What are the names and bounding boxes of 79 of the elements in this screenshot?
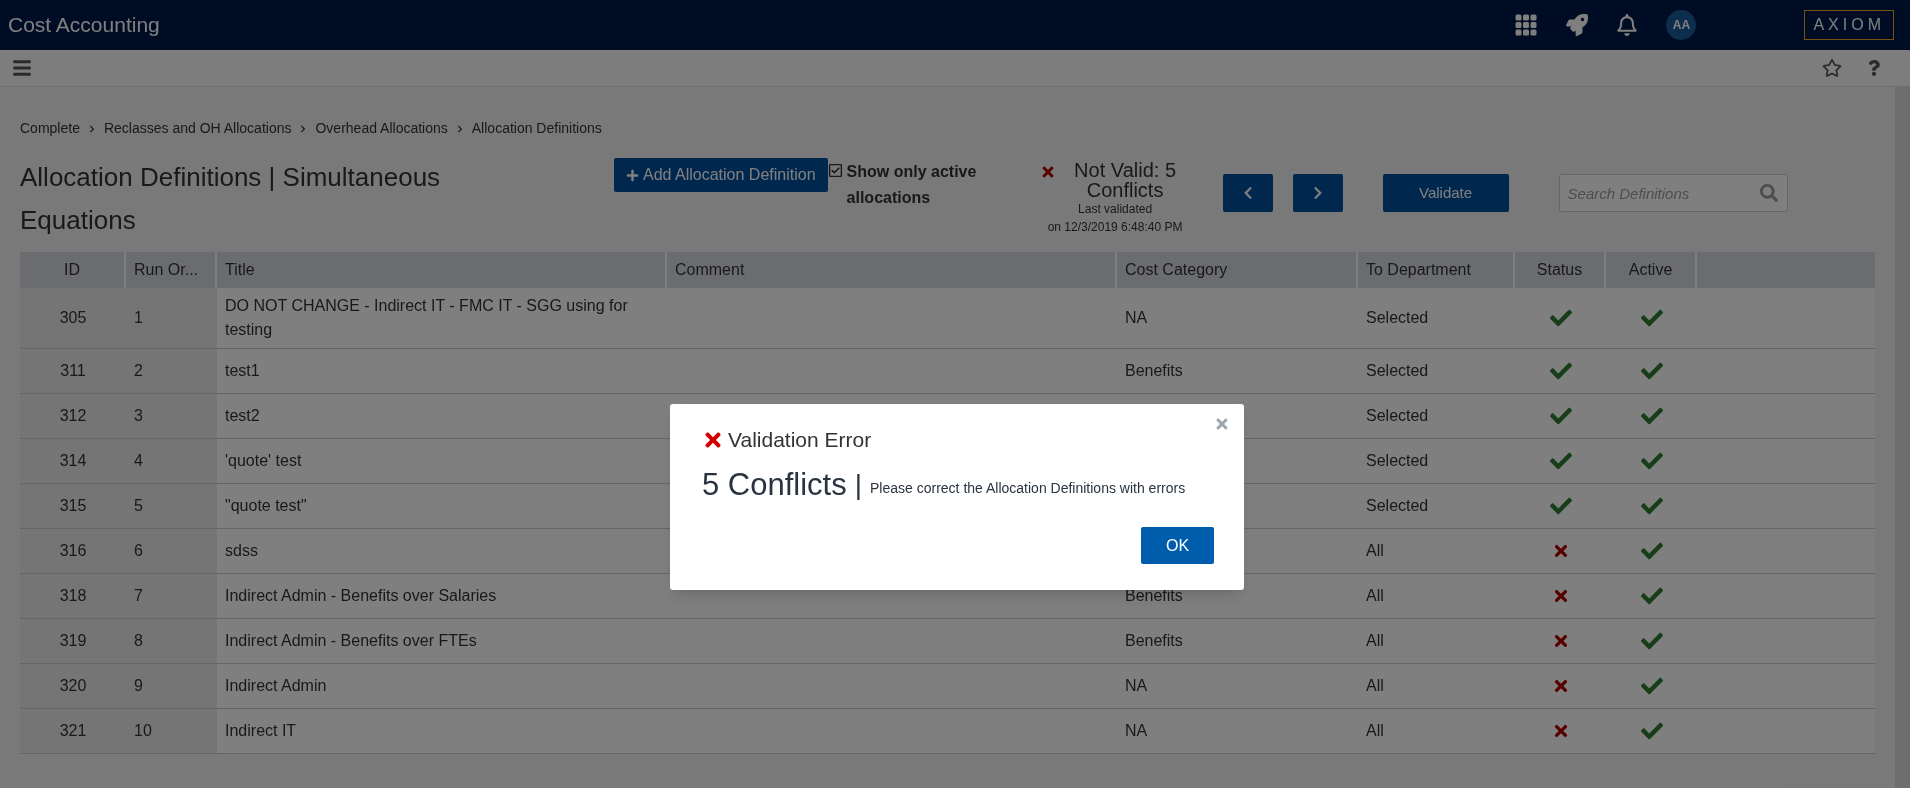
table-cell-text: 305 [59, 308, 87, 328]
table-cell-text: 3 [134, 406, 143, 426]
conflict-count: 5 Conflicts [702, 467, 847, 502]
table-cell-text: All [1366, 586, 1384, 606]
table-cell-text: Selected [1366, 308, 1429, 328]
table-cell-text: 10 [134, 721, 152, 741]
chevron-icon [455, 124, 464, 133]
table-cell-text: Benefits [1125, 361, 1183, 381]
table-cell-text: 316 [59, 541, 87, 561]
table-cell-text: 4 [134, 451, 143, 471]
table-cell-text: All [1366, 676, 1384, 696]
bell-icon[interactable] [1616, 14, 1639, 36]
table-cell-text: 9 [134, 676, 143, 696]
dialog-title: Validation Error [728, 427, 872, 453]
table-cell-text: 320 [59, 676, 87, 696]
ok-button[interactable]: OK [1141, 527, 1214, 564]
next-button[interactable] [1292, 174, 1343, 212]
rocket-icon[interactable] [1566, 14, 1589, 36]
table-cell-text: Indirect IT [225, 721, 297, 741]
plus-icon [626, 168, 639, 182]
table-cell-text: test2 [225, 406, 260, 426]
breadcrumb-link[interactable]: Overhead Allocations [315, 118, 448, 139]
table-cell-text: 5 [134, 496, 143, 516]
menu-icon[interactable] [12, 58, 32, 78]
apps-grid-icon[interactable] [1514, 13, 1539, 37]
validation-caption: Last validated [1078, 201, 1153, 218]
table-cell-text: Selected [1366, 406, 1429, 426]
table-cell-text: 311 [60, 361, 86, 381]
table-cell-text: sdss [225, 541, 258, 561]
chevron-icon [299, 124, 308, 133]
validation-headline: Not Valid: 5 Conflicts [1073, 160, 1177, 200]
search-icon [1759, 184, 1778, 202]
add-button[interactable]: Add Allocation Definition [614, 158, 828, 192]
table-cell-text: Selected [1366, 496, 1429, 516]
previous-button[interactable] [1222, 174, 1273, 212]
checkbox[interactable] [827, 163, 843, 178]
page-title: Allocation Definitions | Simultaneous Equations [20, 161, 442, 237]
user-avatar[interactable]: AA [1666, 10, 1697, 40]
table-cell-text: Selected [1366, 451, 1429, 471]
table-cell-text: All [1366, 721, 1384, 741]
table-cell-text: 7 [134, 586, 143, 606]
table-cell-text: 1 [134, 308, 143, 328]
breadcrumb-link[interactable]: Allocation Definitions [471, 118, 602, 139]
table-cell-text: 312 [59, 406, 87, 426]
table-cell-text: DO NOT CHANGE - Indirect IT - FMC IT - SGG using for testing [225, 296, 629, 340]
table-cell-text: 2 [134, 361, 143, 381]
table-cell-text: NA [1125, 308, 1148, 328]
table-cell-text: 6 [134, 541, 143, 561]
table-cell-text: NA [1125, 721, 1148, 741]
table-cell-text: Indirect Admin - Benefits over Salaries [225, 586, 497, 606]
table-cell-text: NA [1125, 676, 1148, 696]
breadcrumb-link[interactable]: Reclasses and OH Allocations [103, 118, 292, 139]
chevron-icon [87, 124, 96, 133]
table-cell-text: 318 [59, 586, 87, 606]
table-cell-text: Selected [1366, 361, 1429, 381]
validate-button[interactable]: Validate [1382, 174, 1509, 212]
table-cell-text: All [1366, 541, 1384, 561]
star-icon[interactable] [1822, 58, 1842, 78]
table-cell-text: All [1366, 631, 1384, 651]
table-cell-text: 8 [134, 631, 143, 651]
help-icon[interactable] [1866, 60, 1882, 76]
table-cell-text: 315 [59, 496, 87, 516]
table-cell-text: 319 [59, 631, 87, 651]
validation-timestamp: on 12/3/2019 6:48:40 PM [1047, 219, 1183, 236]
table-cell-text: "quote test" [225, 496, 307, 516]
app-title: Cost Accounting [8, 12, 160, 39]
table-cell-text: test1 [225, 361, 260, 381]
breadcrumb-link[interactable]: Complete [20, 118, 80, 139]
checkbox-label[interactable]: Show only active allocations [846, 159, 998, 211]
logo: AXIOM [1804, 10, 1894, 40]
table-cell-text: Indirect Admin [225, 676, 327, 696]
table-cell-text: 321 [59, 721, 87, 741]
table-cell-text: Indirect Admin - Benefits over FTEs [225, 631, 477, 651]
dialog-message: Please correct the Allocation Definitions with errors [870, 478, 1186, 498]
table-cell-text: 314 [59, 451, 87, 471]
table-cell-text: 'quote' test [225, 451, 302, 471]
close-icon[interactable] [1214, 416, 1230, 432]
table-cell-text: Benefits [1125, 631, 1183, 651]
separator: | [854, 467, 862, 502]
